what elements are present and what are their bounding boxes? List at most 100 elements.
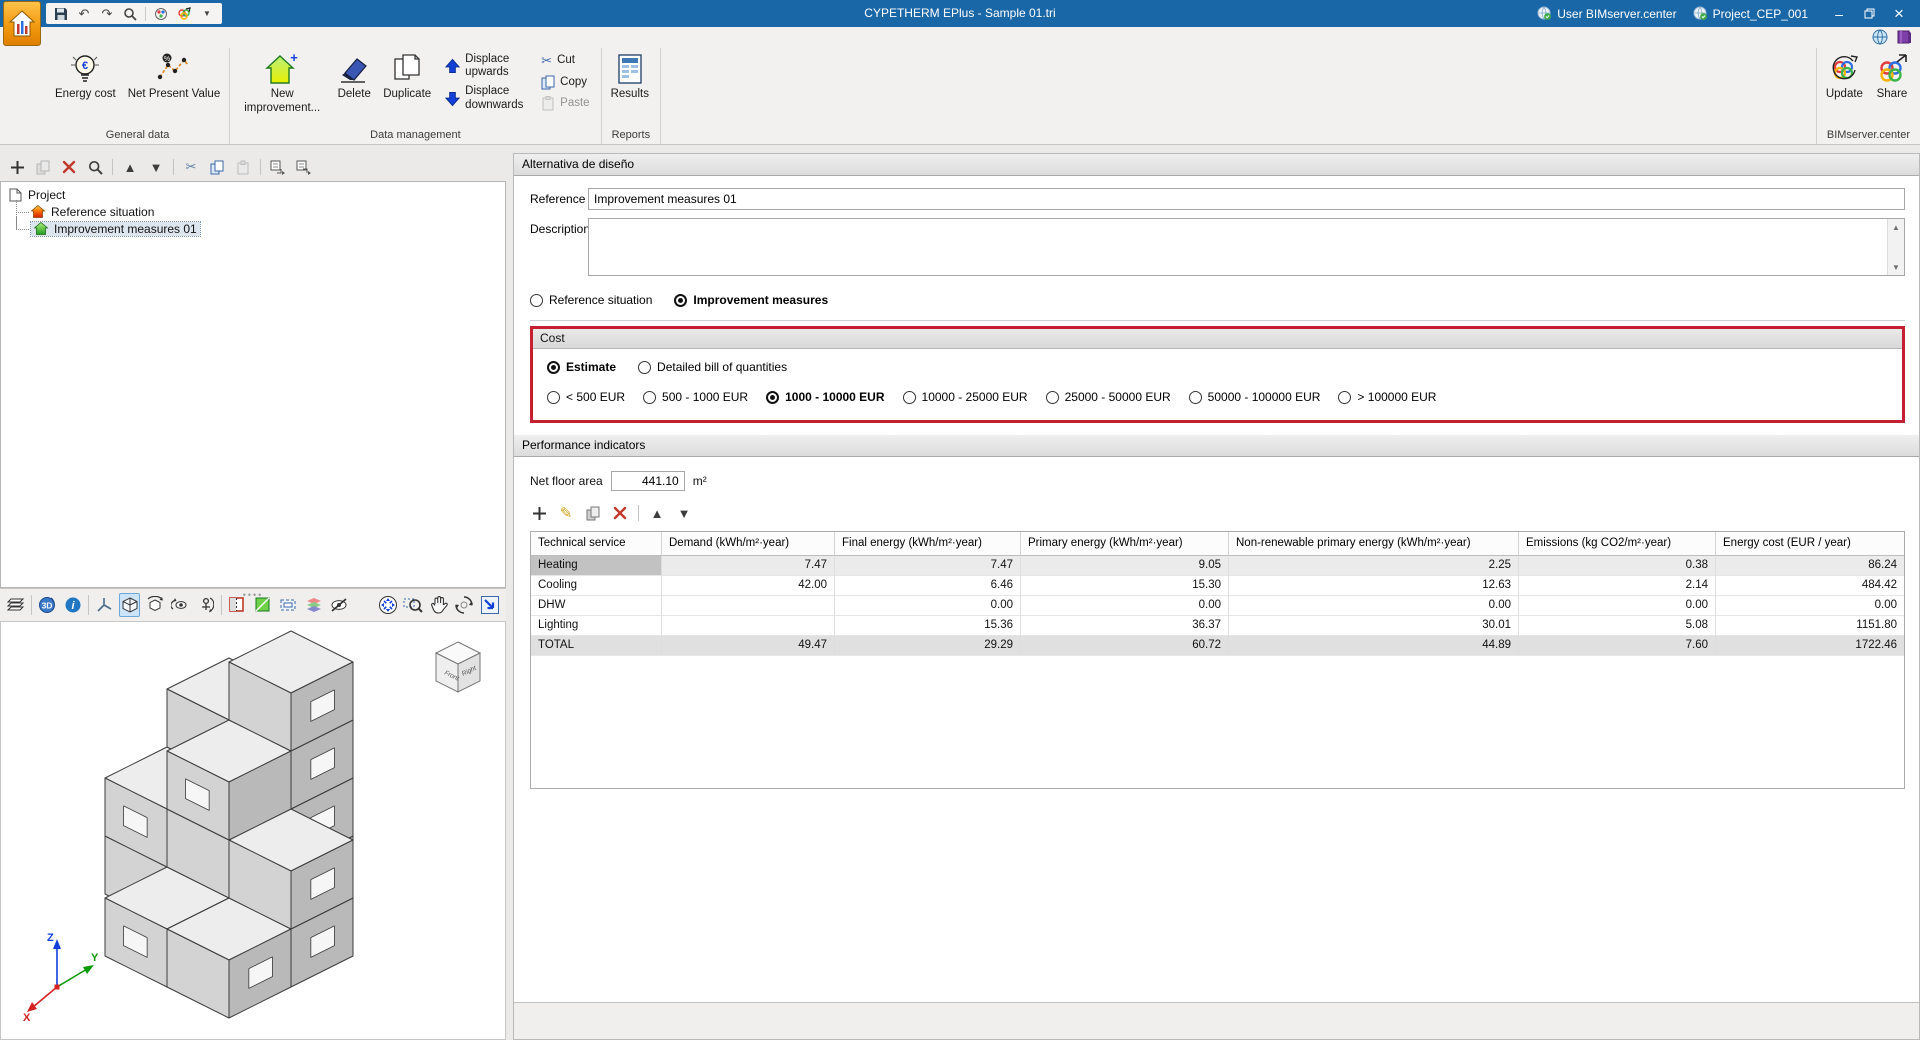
- bimserver-user-label: User BIMserver.center: [1557, 7, 1676, 21]
- description-label: Description: [530, 218, 588, 240]
- design-alternative-panel: Alternativa de diseño Reference Descript…: [513, 153, 1920, 1040]
- description-textarea[interactable]: ▲ ▼: [588, 218, 1905, 276]
- tree-add-icon[interactable]: [8, 158, 26, 176]
- tree-paste-icon[interactable]: [234, 158, 252, 176]
- layer-stack-icon[interactable]: [303, 593, 323, 617]
- displace-upwards-button[interactable]: Displace upwards: [442, 52, 528, 80]
- share-button[interactable]: Share: [1870, 50, 1914, 105]
- energy-cost-icon: €: [70, 53, 100, 85]
- radio-estimate[interactable]: Estimate: [547, 360, 616, 374]
- orthogonal-cube-icon[interactable]: [119, 593, 140, 617]
- results-button[interactable]: Results: [606, 50, 654, 105]
- duplicate-button[interactable]: Duplicate: [378, 50, 436, 105]
- collapse-branch-icon[interactable]: [295, 158, 313, 176]
- ribbon-group-label: Reports: [606, 128, 657, 144]
- quickbar-dropdown-icon[interactable]: ▼: [199, 6, 215, 22]
- radio-range-25000-50000[interactable]: 25000 - 50000 EUR: [1046, 390, 1171, 404]
- appearance-icon[interactable]: [153, 6, 169, 22]
- radio-range-50000-100000[interactable]: 50000 - 100000 EUR: [1189, 390, 1321, 404]
- new-improvement-button[interactable]: + New improvement...: [234, 50, 330, 119]
- info-icon[interactable]: i: [63, 593, 83, 617]
- orbit-icon[interactable]: [454, 593, 474, 617]
- panel-body: Reference Description ▲ ▼ Ref: [514, 176, 1919, 1004]
- indicator-duplicate-icon[interactable]: [584, 504, 602, 522]
- help-book-icon[interactable]: [1896, 29, 1912, 45]
- net-floor-area-input[interactable]: [611, 471, 685, 491]
- save-icon[interactable]: [53, 6, 69, 22]
- indicator-delete-icon[interactable]: [611, 504, 629, 522]
- dashed-box-icon[interactable]: [278, 593, 298, 617]
- pan-icon[interactable]: [429, 593, 449, 617]
- net-present-value-button[interactable]: % Net Present Value: [123, 50, 225, 105]
- previous-view-icon[interactable]: [479, 593, 499, 617]
- undo-icon[interactable]: ↶: [76, 6, 92, 22]
- description-scrollbar[interactable]: ▲ ▼: [1887, 219, 1904, 275]
- app-menu-button[interactable]: [3, 1, 41, 46]
- radio-range-lt-500[interactable]: < 500 EUR: [547, 390, 625, 404]
- search-icon[interactable]: [122, 6, 138, 22]
- reference-input[interactable]: [588, 188, 1905, 210]
- restore-button[interactable]: [1854, 0, 1884, 27]
- view-3d-icon[interactable]: 3D: [37, 593, 57, 617]
- net-floor-area-label: Net floor area: [530, 474, 603, 488]
- minimize-button[interactable]: –: [1824, 0, 1854, 27]
- ribbon-group-reports: Results Reports: [602, 48, 662, 144]
- view-cube[interactable]: Front Right: [427, 636, 489, 700]
- radio-improvement-measures[interactable]: Improvement measures: [674, 293, 828, 307]
- model-viewport[interactable]: Front Right Z Y X: [0, 622, 506, 1040]
- energy-cost-button[interactable]: € Energy cost: [50, 50, 121, 105]
- expand-branch-icon[interactable]: [269, 158, 287, 176]
- paste-button[interactable]: Paste: [538, 95, 592, 112]
- tree-delete-icon[interactable]: [60, 158, 78, 176]
- radio-range-10000-25000[interactable]: 10000 - 25000 EUR: [903, 390, 1028, 404]
- axes-icon[interactable]: [94, 593, 114, 617]
- web-help-icon[interactable]: [1872, 29, 1888, 45]
- tree-item-improvement-measures[interactable]: Improvement measures 01: [3, 220, 503, 237]
- indicator-move-up-icon[interactable]: ▲: [648, 504, 666, 522]
- performance-indicators-title: Performance indicators: [514, 435, 1919, 457]
- copy-button[interactable]: Copy: [538, 74, 592, 91]
- radio-reference-situation[interactable]: Reference situation: [530, 293, 652, 307]
- orbit-eye-icon[interactable]: [170, 593, 190, 617]
- displace-downwards-button[interactable]: Displace downwards: [442, 84, 528, 112]
- eraser-icon: [337, 53, 371, 85]
- zoom-window-icon[interactable]: [403, 593, 423, 617]
- hide-elements-icon[interactable]: [329, 593, 349, 617]
- redo-icon[interactable]: ↷: [99, 6, 115, 22]
- tree-item-project[interactable]: Project: [3, 186, 503, 203]
- update-button[interactable]: Update: [1821, 50, 1868, 105]
- tree-move-down-icon[interactable]: ▼: [147, 158, 165, 176]
- table-row-total[interactable]: TOTAL 49.47 29.29 60.72 44.89 7.60 1722.…: [531, 636, 1904, 656]
- radio-detailed-bill[interactable]: Detailed bill of quantities: [638, 360, 787, 374]
- tree-duplicate-icon[interactable]: [34, 158, 52, 176]
- bimserver-project-chip[interactable]: Project_CEP_001: [1693, 6, 1808, 21]
- indicator-move-down-icon[interactable]: ▼: [675, 504, 693, 522]
- rotate-cube-icon[interactable]: [145, 593, 165, 617]
- radio-range-500-1000[interactable]: 500 - 1000 EUR: [643, 390, 748, 404]
- bimserver-sync-icon[interactable]: [176, 6, 192, 22]
- close-button[interactable]: ×: [1884, 0, 1914, 27]
- table-row-dhw[interactable]: DHW 0.00 0.00 0.00 0.00 0.00: [531, 596, 1904, 616]
- radio-circle: [530, 294, 543, 307]
- scroll-up-icon[interactable]: ▲: [1888, 219, 1904, 235]
- tree-move-up-icon[interactable]: ▲: [121, 158, 139, 176]
- application-window: CYPETHERM EPlus - Sample 01.tri User BIM…: [0, 0, 1920, 1040]
- tree-cut-icon[interactable]: ✂: [182, 158, 200, 176]
- delete-button[interactable]: Delete: [332, 50, 376, 105]
- indicator-add-icon[interactable]: [530, 504, 548, 522]
- orbit-vertical-icon[interactable]: [196, 593, 216, 617]
- cut-button[interactable]: ✂ Cut: [538, 52, 592, 70]
- table-row-lighting[interactable]: Lighting 15.36 36.37 30.01 5.08 1151.80: [531, 616, 1904, 636]
- table-row-cooling[interactable]: Cooling 42.00 6.46 15.30 12.63 2.14 484.…: [531, 576, 1904, 596]
- tree-item-reference-situation[interactable]: Reference situation: [3, 203, 503, 220]
- tree-copy-icon[interactable]: [208, 158, 226, 176]
- scroll-down-icon[interactable]: ▼: [1888, 259, 1904, 275]
- indicator-edit-icon[interactable]: ✎: [557, 504, 575, 522]
- radio-range-1000-10000[interactable]: 1000 - 10000 EUR: [766, 390, 884, 404]
- zoom-extents-icon[interactable]: [378, 593, 398, 617]
- tree-search-icon[interactable]: [86, 158, 104, 176]
- radio-range-gt-100000[interactable]: > 100000 EUR: [1338, 390, 1436, 404]
- bimserver-user-chip[interactable]: User BIMserver.center: [1537, 6, 1676, 21]
- table-row-heating[interactable]: Heating 7.47 7.47 9.05 2.25 0.38 86.24: [531, 556, 1904, 576]
- layers-icon[interactable]: [6, 593, 26, 617]
